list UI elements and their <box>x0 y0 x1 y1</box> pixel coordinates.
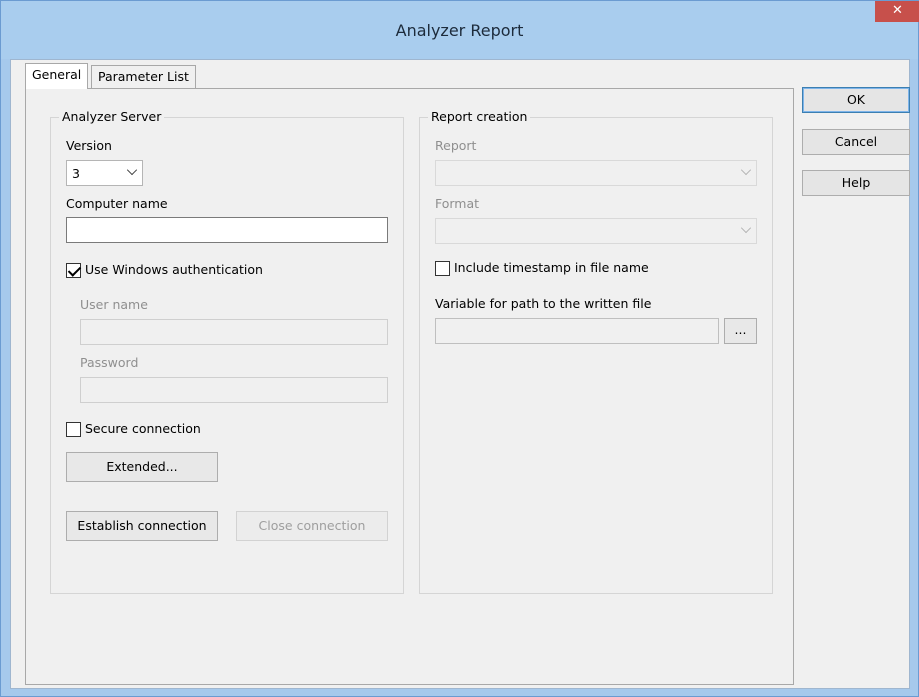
browse-button[interactable]: ... <box>724 318 757 344</box>
chevron-down-icon <box>740 164 752 176</box>
secure-connection-checkbox[interactable] <box>66 422 81 437</box>
variable-path-label: Variable for path to the written file <box>435 296 652 311</box>
use-windows-auth-label[interactable]: Use Windows authentication <box>85 262 263 277</box>
close-icon[interactable]: ✕ <box>875 1 919 22</box>
report-select[interactable] <box>435 160 757 186</box>
password-input[interactable] <box>80 377 388 403</box>
version-label: Version <box>66 138 112 153</box>
help-button[interactable]: Help <box>802 170 910 196</box>
version-value: 3 <box>72 166 80 181</box>
tab-general[interactable]: General <box>25 63 89 89</box>
user-name-label: User name <box>80 297 148 312</box>
tab-parameter-list[interactable]: Parameter List <box>91 65 196 88</box>
extended-button[interactable]: Extended... <box>66 452 218 482</box>
tab-general-label: General <box>32 67 82 82</box>
secure-connection-label[interactable]: Secure connection <box>85 421 201 436</box>
chevron-down-icon <box>126 164 138 176</box>
tab-parameter-list-label: Parameter List <box>98 69 189 84</box>
format-select[interactable] <box>435 218 757 244</box>
computer-name-input[interactable] <box>66 217 388 243</box>
close-connection-button[interactable]: Close connection <box>236 511 388 541</box>
cancel-button[interactable]: Cancel <box>802 129 910 155</box>
computer-name-label: Computer name <box>66 196 168 211</box>
report-creation-group: Report creation Report Format Include ti… <box>419 109 773 594</box>
include-timestamp-checkbox[interactable] <box>435 261 450 276</box>
establish-connection-button[interactable]: Establish connection <box>66 511 218 541</box>
report-label: Report <box>435 138 477 153</box>
ok-button[interactable]: OK <box>802 87 910 113</box>
analyzer-server-group: Analyzer Server Version 3 Computer name … <box>50 109 404 594</box>
dialog-client-area: General Parameter List Analyzer Server V… <box>10 59 910 689</box>
general-tab-panel: Analyzer Server Version 3 Computer name … <box>25 88 794 685</box>
password-label: Password <box>80 355 139 370</box>
use-windows-auth-checkbox[interactable] <box>66 263 81 278</box>
include-timestamp-label[interactable]: Include timestamp in file name <box>454 260 649 275</box>
analyzer-server-title: Analyzer Server <box>59 109 165 124</box>
window-title: Analyzer Report <box>395 21 524 40</box>
version-select[interactable]: 3 <box>66 160 143 186</box>
title-bar[interactable]: Analyzer Report ✕ <box>1 1 919 59</box>
report-creation-title: Report creation <box>428 109 531 124</box>
chevron-down-icon <box>740 222 752 234</box>
user-name-input[interactable] <box>80 319 388 345</box>
format-label: Format <box>435 196 480 211</box>
analyzer-report-dialog: Analyzer Report ✕ General Parameter List… <box>0 0 919 697</box>
variable-path-input[interactable] <box>435 318 719 344</box>
